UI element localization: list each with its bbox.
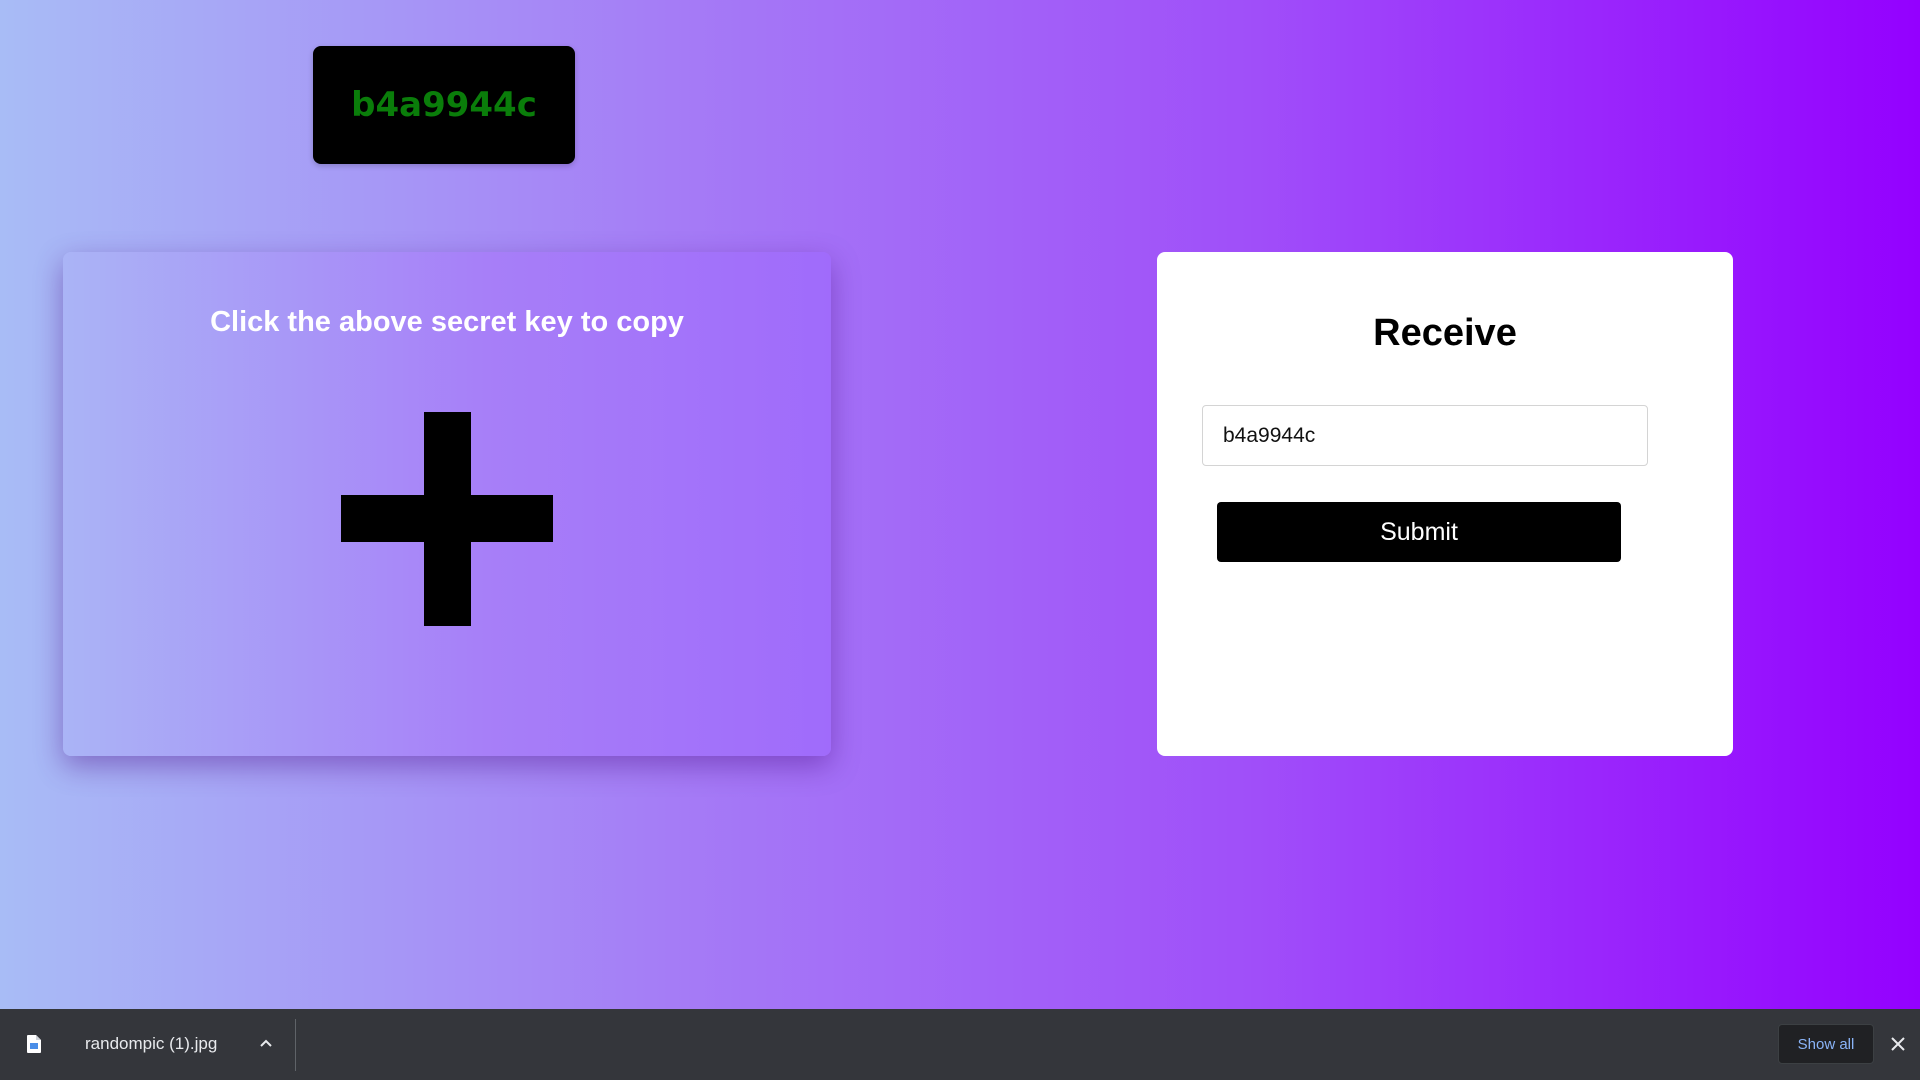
page-background: b4a9944c Click the above secret key to c… [0, 0, 1920, 1009]
upload-card: Click the above secret key to copy [63, 252, 831, 756]
download-bar-divider [295, 1019, 296, 1071]
secret-key-text: b4a9944c [351, 85, 537, 125]
receive-title: Receive [1373, 312, 1517, 354]
secret-key-input[interactable] [1202, 405, 1648, 466]
image-file-icon [27, 1035, 41, 1053]
close-icon[interactable] [1888, 1034, 1908, 1054]
secret-key-button[interactable]: b4a9944c [313, 46, 575, 164]
chevron-up-icon[interactable] [256, 1031, 276, 1055]
upload-card-title: Click the above secret key to copy [210, 306, 684, 338]
plus-icon-horizontal-bar [341, 495, 553, 542]
show-all-button[interactable]: Show all [1778, 1024, 1874, 1064]
plus-icon[interactable] [341, 412, 553, 626]
receive-card: Receive Submit [1157, 252, 1733, 756]
download-bar: randompic (1).jpg Show all [0, 1009, 1920, 1080]
submit-button[interactable]: Submit [1217, 502, 1621, 562]
download-file-name[interactable]: randompic (1).jpg [85, 1034, 217, 1054]
